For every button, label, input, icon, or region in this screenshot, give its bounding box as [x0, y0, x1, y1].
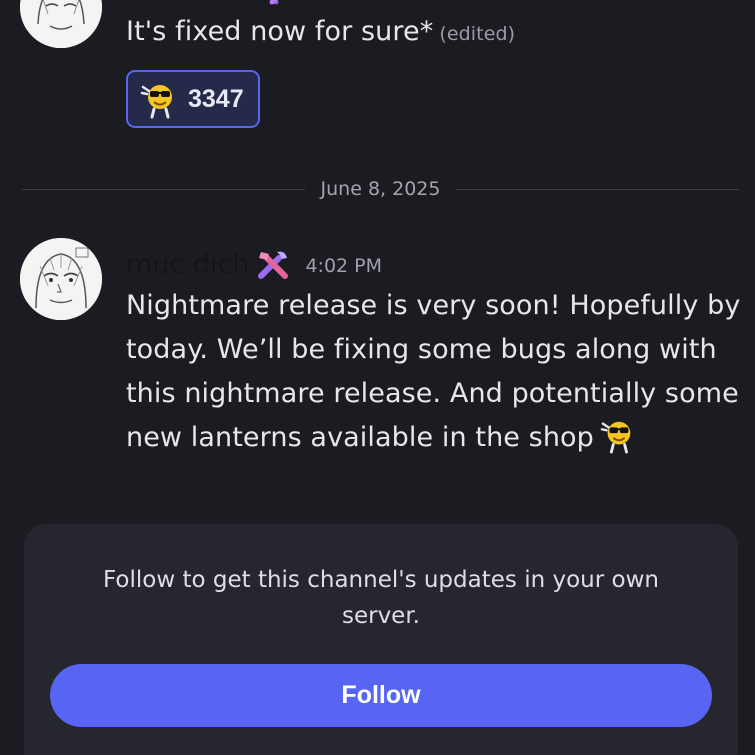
message-text: Nightmare release is very soon! Hopefull… — [126, 284, 746, 460]
message-timestamp: 4:02 PM — [305, 255, 383, 277]
divider-line — [22, 188, 305, 190]
cool-sunglasses-emoji-icon — [140, 79, 178, 119]
reaction-count: 3347 — [188, 84, 244, 113]
divider-date: June 8, 2025 — [320, 178, 441, 200]
message-content: Nightmare release is very soon! Hopefull… — [126, 290, 741, 453]
reaction-button[interactable]: 3347 — [126, 70, 260, 128]
edited-label: (edited) — [439, 23, 516, 45]
divider-line — [456, 188, 739, 190]
author-avatar[interactable] — [20, 0, 102, 48]
follow-channel-card: Follow to get this channel's updates in … — [24, 524, 738, 755]
date-divider: June 8, 2025 — [22, 176, 739, 202]
author-name[interactable]: muc dich — [126, 249, 249, 280]
cool-sunglasses-emoji-icon — [600, 416, 636, 454]
message-content: It's fixed now for sure* — [126, 16, 434, 47]
author-avatar[interactable] — [20, 238, 102, 320]
follow-info-text: Follow to get this channel's updates in … — [103, 567, 659, 629]
message-header: muc dich 4:02 PM — [126, 244, 382, 284]
message-text: It's fixed now for sure* (edited) — [126, 10, 515, 56]
follow-button[interactable]: Follow — [50, 664, 712, 727]
tools-icon — [253, 244, 293, 284]
